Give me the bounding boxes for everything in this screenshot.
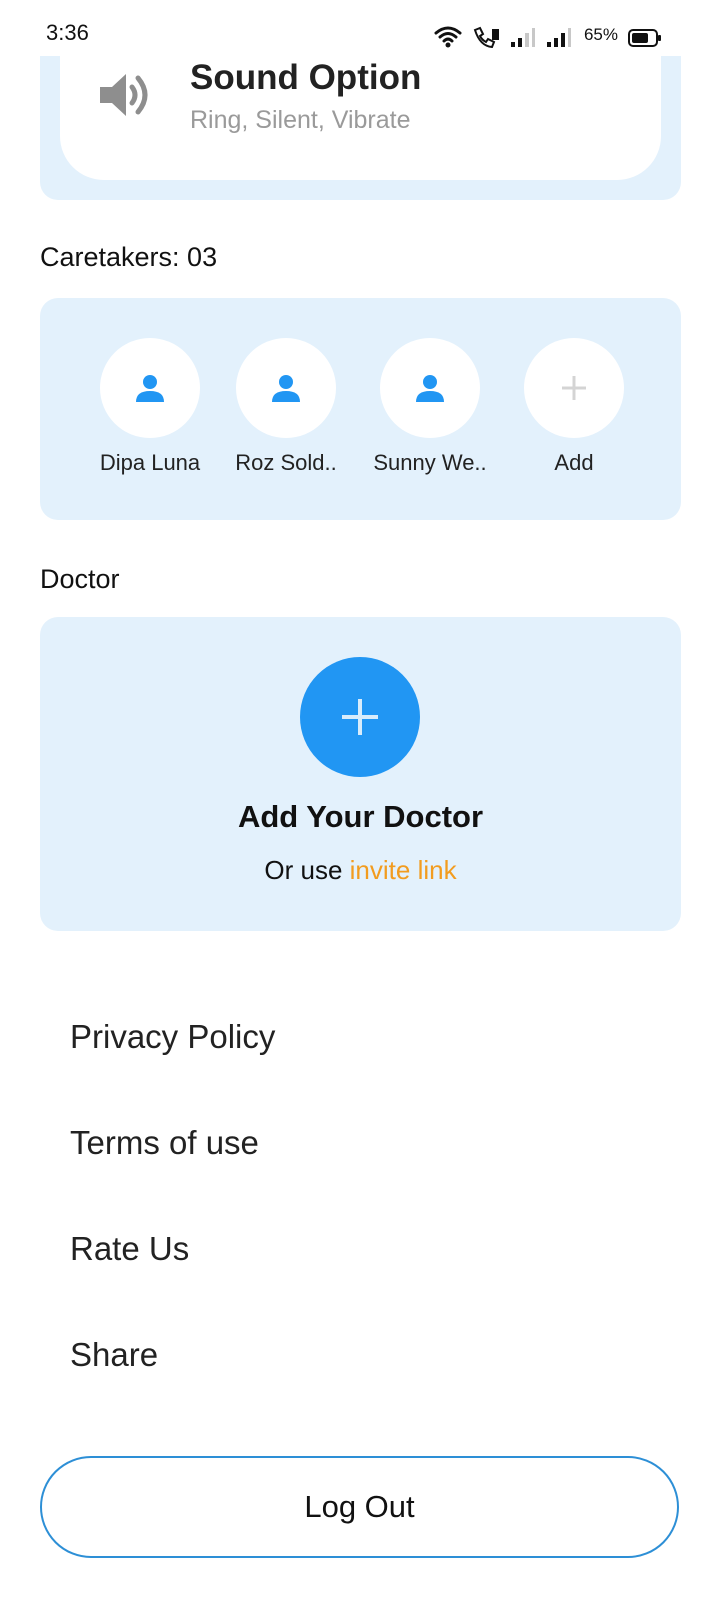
caretakers-card: Dipa Luna Roz Sold.. Sunny We.. Add <box>40 298 681 520</box>
caretaker-name: Sunny We.. <box>373 450 487 475</box>
doctor-card: Add Your Doctor Or use invite link <box>40 617 681 931</box>
person-icon <box>416 375 444 402</box>
invite-prefix: Or use <box>264 855 350 885</box>
signal-1-icon <box>510 26 536 48</box>
doctor-label: Doctor <box>40 564 120 594</box>
status-bar: 3:36 65% <box>0 0 720 56</box>
person-icon <box>136 375 164 402</box>
invite-text: Or use invite link <box>40 855 681 886</box>
caretaker-item[interactable]: Sunny We.. <box>360 338 500 476</box>
menu-item-privacy-policy[interactable]: Privacy Policy <box>70 1018 275 1056</box>
menu-item-terms-of-use[interactable]: Terms of use <box>70 1124 259 1162</box>
add-avatar[interactable] <box>524 338 624 438</box>
caretaker-name: Dipa Luna <box>99 450 201 475</box>
status-time: 3:36 <box>46 20 89 45</box>
signal-2-icon <box>546 26 572 48</box>
add-caretaker-button[interactable]: Add <box>504 338 644 476</box>
sound-option-subtitle: Ring, Silent, Vibrate <box>190 106 411 134</box>
add-doctor-button[interactable] <box>300 657 420 777</box>
add-caretaker-label: Add <box>554 450 594 475</box>
avatar[interactable] <box>380 338 480 438</box>
avatar[interactable] <box>236 338 336 438</box>
invite-link[interactable]: invite link <box>350 855 457 885</box>
person-icon <box>272 375 300 402</box>
add-doctor-title: Add Your Doctor <box>237 799 484 834</box>
plus-icon <box>562 376 586 400</box>
speaker-icon <box>98 70 152 125</box>
caretaker-item[interactable]: Dipa Luna <box>80 338 220 476</box>
status-icons: 65% <box>434 22 662 48</box>
caretaker-name: Roz Sold.. <box>235 450 337 475</box>
battery-icon <box>628 28 662 48</box>
menu-item-share[interactable]: Share <box>70 1336 158 1374</box>
caretakers-label: Caretakers: 03 <box>40 242 218 272</box>
logout-button[interactable]: Log Out <box>40 1456 679 1558</box>
call-icon <box>472 26 500 48</box>
caretaker-item[interactable]: Roz Sold.. <box>216 338 356 476</box>
sound-option-title: Sound Option <box>190 58 422 97</box>
wifi-icon <box>434 26 462 48</box>
menu-item-rate-us[interactable]: Rate Us <box>70 1230 189 1268</box>
avatar[interactable] <box>100 338 200 438</box>
battery-percent: 65% <box>583 25 618 44</box>
plus-icon <box>342 699 378 735</box>
